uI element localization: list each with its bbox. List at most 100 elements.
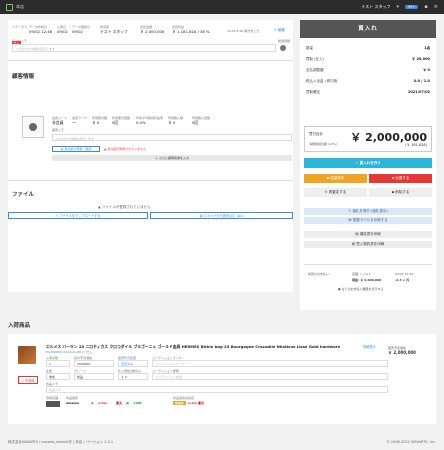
summary-row-label: 数量	[306, 46, 313, 50]
buy-price-input[interactable]: 2000000	[74, 360, 114, 367]
grade-select[interactable]: 新品	[74, 373, 114, 380]
print-tag-button[interactable]: ✎ 値札を発行 (値札表示)	[304, 208, 432, 215]
files-empty-note: ▲ ファイルが登録されていません	[98, 205, 151, 209]
amazon-logo[interactable]: amazon	[66, 401, 79, 405]
amount-value: ￥ 2,000,000	[140, 29, 165, 34]
agreement-label: 買入契約書を印刷	[356, 242, 385, 246]
mall-target-label: 商品連携先指定	[173, 396, 195, 400]
summary-row-label: 支払調整額	[306, 68, 324, 72]
product-section-title: 入荷商品	[8, 323, 31, 329]
summary-row-value: 0.0 / 1.0	[413, 79, 430, 83]
ecfan-logo[interactable]: ecfan	[98, 401, 107, 405]
product-name: エルメス バーキン 25 ニロティカス クロコダイル ブルゴーニュ ゴールド金具…	[46, 344, 341, 349]
memo-label: データメモ	[12, 39, 27, 43]
scan-label: スキャナから読み込む (A4)	[203, 214, 244, 218]
footer-copyright: © 2008-2021 NOVARTS, Inc.	[386, 440, 436, 444]
record-memo-field[interactable]: 入力された内容を表示します	[12, 44, 276, 52]
product-code: EG36686C11424-01-B01 / 仕入	[46, 350, 93, 354]
recheck-label: 再査定する	[328, 190, 347, 194]
summary-panel: 買入れ 数量 1点 買取 (仕入) ￥ 20,000 支払調整額 ￥ 0 税込入出金 / 税…	[300, 20, 436, 310]
pay-date: 09/02 12:46	[395, 272, 414, 276]
customer-field-value: 0.0%	[136, 120, 146, 125]
stock-select[interactable]: 非在	[46, 373, 70, 380]
receipt-label: 領収書を印刷	[359, 232, 381, 236]
summary-row-label: 税込入出金 / 税引後	[306, 79, 338, 83]
delete-button[interactable]: ▪ 削除する	[369, 188, 432, 197]
sale-price-value: ￥ 2,000,000	[388, 350, 416, 355]
chat-icon[interactable]: ▪	[424, 4, 427, 10]
all-payments-link[interactable]: ● 全てのお支払い履歴を表示する	[338, 287, 384, 291]
summary-title: 買入れ	[300, 20, 436, 38]
main-panel: ステータス 仕入 データ作成日 09/02 12:46 入荷日 09/02 デー…	[8, 20, 293, 292]
footer-left: 株式会社NAVARTS / novarts_demo2@ | 本店 | バージョ…	[8, 439, 114, 444]
files-empty-text: ファイルが登録されていません	[101, 205, 151, 209]
exit-label: 出退する	[395, 176, 410, 180]
defect-button[interactable]: ▢ 不良時	[18, 376, 38, 384]
exit-button[interactable]: ▪ 出退する	[369, 174, 432, 183]
register-label: 担当登録	[278, 39, 291, 43]
line-logo[interactable]: LINE	[134, 401, 142, 405]
product-detail-link[interactable]: 詳細表示	[363, 344, 376, 349]
summary-row-value: 2021/07/02	[407, 90, 430, 94]
delete-label: 削除する	[395, 190, 410, 194]
all-payments-label: 全てのお支払い履歴を表示する	[341, 287, 384, 291]
store-icon	[46, 401, 60, 407]
receipt-button[interactable]: ▤ 領収書を印刷	[304, 231, 432, 238]
customer-memo-label: 顧客メモ	[52, 128, 65, 132]
summary-row-label: 買取確定	[306, 90, 320, 94]
customer-avatar	[22, 116, 44, 138]
menu-icon[interactable]: ≡	[434, 4, 438, 10]
profit-value: ￥ 1,181,818 / 38 %	[172, 29, 210, 34]
customer-field: 年間購入額 ￥ 0	[168, 116, 183, 126]
item-memo-input[interactable]: 商品メモ	[46, 386, 388, 393]
customer-field: 会員ランクー	[72, 116, 87, 126]
condition-detail-input[interactable]: コンディション詳細	[152, 373, 388, 380]
notification-badge[interactable]: 99+	[405, 5, 419, 9]
rakuten-logo[interactable]: 楽天	[116, 401, 122, 405]
customer-field-value: 0回	[192, 120, 199, 125]
id-warning: ▲ 身分証が登録されていません	[104, 147, 147, 151]
upload-file-button[interactable]: ⇧ ファイルをアップロードする	[8, 212, 148, 219]
updated-value: 09/02	[72, 29, 83, 34]
defect-label: 不良時	[25, 378, 35, 383]
summary-row: 買取 (仕入) ￥ 20,000	[306, 57, 430, 62]
base-price-input[interactable]: ￥ 0	[118, 373, 148, 380]
product-panel: ▢ 不良時 エルメス バーキン 25 ニロティカス クロコダイル ブルゴーニュ …	[8, 334, 436, 424]
customer-memo-field[interactable]: 入力された内容を表示します	[52, 134, 292, 141]
pay-amount: 現金: ￥ 2,000,000	[352, 278, 382, 282]
user-menu[interactable]: テスト スタッフ	[361, 4, 390, 10]
mall-icon-1[interactable]: ▣	[91, 401, 94, 405]
store-label: 登録店舗	[46, 396, 59, 400]
files-section-title: ファイル	[12, 192, 35, 198]
scan-button[interactable]: ▤ スキャナから読み込む (A4)	[150, 212, 293, 219]
customer-field: 年間累計回数 0回	[112, 116, 130, 126]
summary-row-value: ￥ 20,000	[411, 57, 430, 61]
customer-field: 年間累計額 ￥ 0	[92, 116, 107, 126]
id-register-button[interactable]: ▤ 身分証の登録・確認	[52, 146, 100, 152]
tax-value: (￥ 181,818)	[405, 143, 427, 147]
print-label-button[interactable]: ▤ 振替ラベルを印刷する	[304, 217, 432, 224]
created-value: 09/02 12:46	[29, 29, 53, 34]
ecfan-target-logo[interactable]: ecfan	[188, 401, 197, 405]
mall-target-icon[interactable]: ▦▦▦	[173, 401, 186, 405]
qty-input[interactable]: 1	[46, 360, 70, 367]
mall-icon-2[interactable]: ▦	[126, 401, 129, 405]
summary-row-label: 買取 (仕入)	[306, 57, 324, 61]
id-warning-text: 身分証が登録されていません	[107, 147, 147, 151]
sale-status-select[interactable]: 査定済み	[118, 360, 148, 367]
edit-button[interactable]: ✎ 編集	[274, 28, 285, 33]
more-customer-button[interactable]: ＋ さらに顧客情報を入力	[52, 155, 292, 161]
agreement-button[interactable]: ▤ 買入契約書を印刷	[304, 241, 432, 248]
upload-label: ファイルをアップロードする	[59, 214, 101, 218]
hold-button[interactable]: ▪ 保留条件	[304, 174, 367, 183]
condition-rank-input[interactable]: コンディションランク	[152, 360, 388, 367]
mall-label: 商品連携	[66, 396, 79, 400]
pay-store: 店舗: レジA-1	[352, 272, 371, 276]
recheck-button[interactable]: ↻ 再査定する	[304, 188, 367, 197]
buy-button[interactable]: ✓ 買入れを行う	[304, 158, 432, 168]
record-header: ステータス 仕入 データ作成日 09/02 12:46 入荷日 09/02 デー…	[12, 25, 289, 45]
rakuten-target-logo[interactable]: 楽天	[198, 401, 204, 405]
customer-section-title: 顧客情報	[12, 74, 35, 80]
hold-label: 保留条件	[330, 176, 345, 180]
avatar[interactable]	[280, 45, 286, 51]
